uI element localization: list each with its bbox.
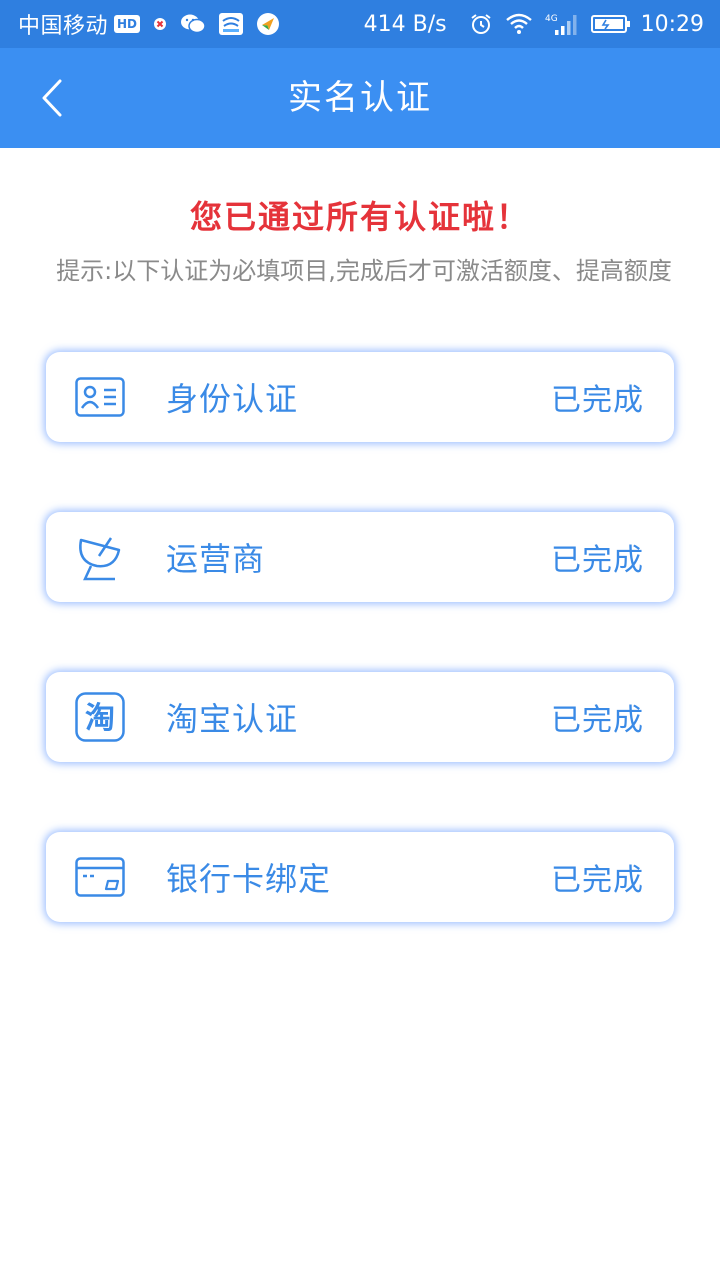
verification-item-label: 银行卡绑定 — [166, 860, 332, 898]
verification-item-identity[interactable]: 身份认证 已完成 — [46, 352, 674, 442]
chevron-left-icon — [42, 79, 62, 117]
verification-item-label: 运营商 — [166, 540, 266, 578]
status-bar-left: 中国移动 HD — [18, 8, 280, 40]
success-message: 您已通过所有认证啦！ — [189, 198, 530, 236]
clock-time: 10:29 — [640, 11, 704, 37]
hd-badge: HD — [114, 15, 141, 33]
verification-item-carrier[interactable]: 运营商 已完成 — [46, 512, 674, 602]
verification-item-label: 身份认证 — [166, 380, 299, 418]
status-bar: 中国移动 HD 414 B/s 4G 10:29 — [0, 0, 720, 48]
notification-alert-icon — [152, 16, 168, 32]
app-notification-icon — [218, 12, 244, 36]
wifi-icon — [505, 13, 533, 35]
hint-text: 提示:以下认证为必填项目,完成后才可激活额度、提高额度 — [56, 257, 672, 285]
verification-status: 已完成 — [551, 383, 644, 418]
alarm-clock-icon — [469, 12, 493, 36]
carrier-name: 中国移动 — [18, 14, 109, 39]
navigation-app-icon — [256, 12, 280, 36]
id-card-icon — [74, 371, 126, 423]
wechat-icon — [180, 13, 206, 35]
network-type-label: 4G — [545, 14, 558, 24]
verification-item-label: 淘宝认证 — [166, 700, 299, 738]
navigation-bar: 实名认证 — [0, 48, 720, 148]
back-button[interactable] — [28, 74, 76, 122]
cellular-signal-icon: 4G — [545, 12, 579, 36]
bank-card-icon — [74, 851, 126, 903]
verification-status: 已完成 — [551, 863, 644, 898]
satellite-dish-icon — [74, 531, 126, 583]
battery-charging-icon — [590, 14, 631, 34]
taobao-icon: 淘 — [74, 691, 126, 743]
verification-item-bank-card[interactable]: 银行卡绑定 已完成 — [46, 832, 674, 922]
status-bar-right: 414 B/s 4G 10:29 — [364, 12, 704, 37]
verification-status: 已完成 — [551, 703, 644, 738]
taobao-icon-glyph: 淘 — [85, 701, 115, 736]
network-speed: 414 B/s — [363, 11, 447, 37]
verification-status: 已完成 — [551, 543, 644, 578]
page-title: 实名认证 — [288, 78, 432, 118]
verification-item-taobao[interactable]: 淘 淘宝认证 已完成 — [46, 672, 674, 762]
